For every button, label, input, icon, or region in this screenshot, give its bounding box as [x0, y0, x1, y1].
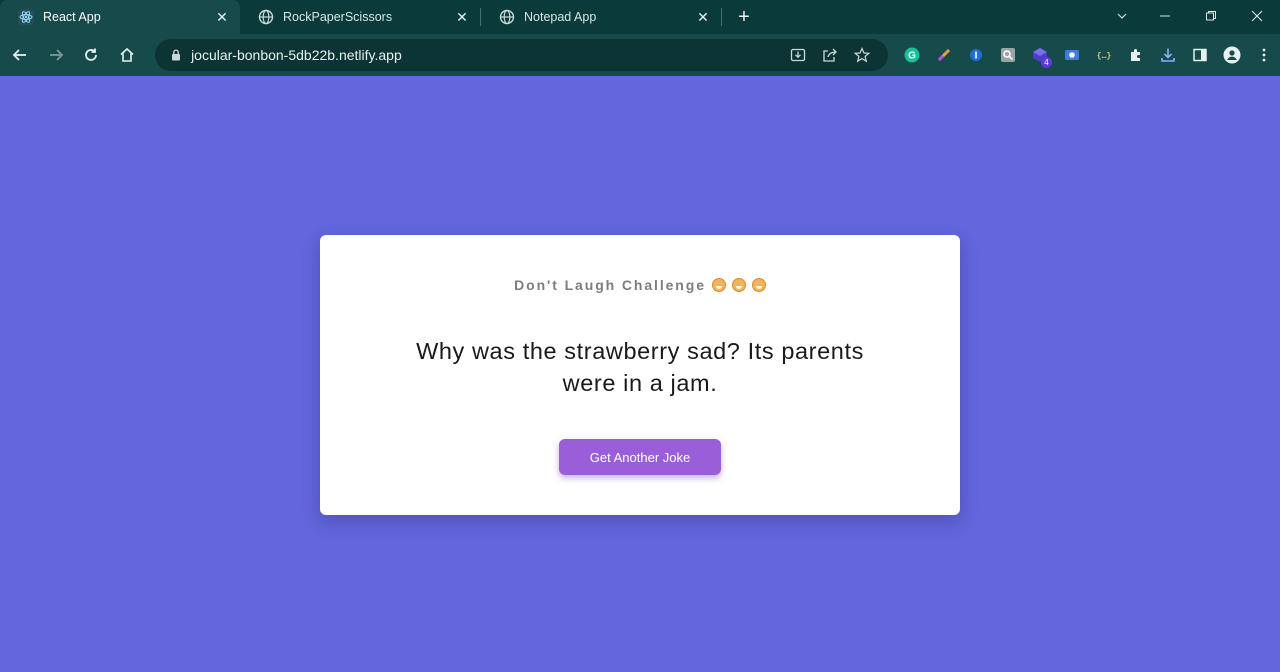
- tab-title: React App: [43, 10, 101, 24]
- extension-badge: 4: [1040, 57, 1052, 68]
- tab-title: RockPaperScissors: [283, 10, 393, 24]
- minimize-icon[interactable]: [1142, 0, 1188, 32]
- screen-capture-extension[interactable]: [1056, 39, 1088, 71]
- star-icon: [853, 47, 870, 63]
- page-viewport: Don't Laugh Challenge Why was the strawb…: [0, 76, 1280, 672]
- color-picker-extension[interactable]: [928, 39, 960, 71]
- close-icon[interactable]: ✕: [695, 9, 711, 25]
- kebab-menu-icon: [1262, 48, 1266, 62]
- grinning-emoji-icon: [731, 278, 746, 292]
- pen-icon: [937, 48, 951, 62]
- profile-button[interactable]: [1216, 39, 1248, 71]
- forward-button[interactable]: [40, 39, 72, 71]
- camera-icon: [1064, 50, 1079, 60]
- url-text[interactable]: jocular-bonbon-5db22b.netlify.app: [191, 47, 782, 63]
- reload-icon: [85, 48, 98, 61]
- side-panel-icon: [1193, 48, 1207, 62]
- card-heading: Don't Laugh Challenge: [320, 277, 960, 293]
- tab-strip: React App ✕ RockPaperScissors ✕ Notepad …: [0, 0, 1280, 34]
- tab-react-app[interactable]: React App ✕: [0, 0, 240, 34]
- restore-icon[interactable]: [1188, 0, 1234, 32]
- window-controls: [1102, 0, 1280, 32]
- browser-menu-button[interactable]: [1248, 39, 1280, 71]
- close-window-icon[interactable]: [1234, 0, 1280, 32]
- svg-text:G: G: [908, 51, 916, 62]
- json-extension[interactable]: {…}: [1088, 39, 1120, 71]
- share-icon: [823, 48, 837, 62]
- braces-icon: {…}: [1097, 52, 1112, 61]
- bookmark-button[interactable]: [846, 41, 878, 69]
- download-icon: [1161, 48, 1175, 62]
- downloads-button[interactable]: [1152, 39, 1184, 71]
- search-lens-extension[interactable]: [992, 39, 1024, 71]
- joke-text: Why was the strawberry sad? Its parents …: [416, 338, 864, 396]
- get-another-joke-button[interactable]: Get Another Joke: [559, 439, 721, 475]
- globe-icon: [499, 9, 515, 25]
- joke-card: Don't Laugh Challenge Why was the strawb…: [320, 235, 960, 515]
- react-atom-icon: [18, 9, 34, 25]
- grammarly-icon: G: [904, 47, 920, 63]
- password-extension[interactable]: [960, 39, 992, 71]
- cube-extension[interactable]: 4: [1024, 39, 1056, 71]
- install-icon: [790, 48, 806, 62]
- grinning-emoji-icon: [711, 278, 726, 292]
- back-arrow-icon: [12, 49, 26, 61]
- puzzle-icon: [1130, 49, 1140, 61]
- new-tab-button[interactable]: +: [730, 3, 758, 31]
- tab-divider: [721, 8, 722, 26]
- reload-button[interactable]: [76, 39, 108, 71]
- card-title-text: Don't Laugh Challenge: [514, 277, 706, 293]
- install-app-button[interactable]: [782, 41, 814, 69]
- close-icon[interactable]: ✕: [214, 9, 230, 25]
- grammarly-extension[interactable]: G: [896, 39, 928, 71]
- tab-title: Notepad App: [524, 10, 597, 24]
- avatar-icon: [1223, 46, 1241, 64]
- lock-icon[interactable]: [169, 48, 183, 62]
- extensions-area: G 4 {…}: [896, 39, 1280, 71]
- home-icon: [120, 47, 134, 62]
- forward-arrow-icon: [49, 49, 63, 61]
- extensions-menu-button[interactable]: [1120, 39, 1152, 71]
- address-bar[interactable]: jocular-bonbon-5db22b.netlify.app: [155, 39, 888, 71]
- browser-toolbar: jocular-bonbon-5db22b.netlify.app G 4 {……: [0, 34, 1280, 76]
- magnifier-icon: [1000, 48, 1015, 62]
- globe-icon: [258, 9, 274, 25]
- share-button[interactable]: [814, 41, 846, 69]
- key-shield-icon: [969, 49, 982, 61]
- side-panel-button[interactable]: [1184, 39, 1216, 71]
- grinning-emoji-icon: [751, 278, 766, 292]
- tab-rockpaperscissors[interactable]: RockPaperScissors ✕: [240, 0, 480, 34]
- home-button[interactable]: [111, 39, 143, 71]
- back-button[interactable]: [4, 39, 36, 71]
- tab-search-icon[interactable]: [1102, 0, 1142, 32]
- tab-notepad-app[interactable]: Notepad App ✕: [481, 0, 721, 34]
- close-icon[interactable]: ✕: [454, 9, 470, 25]
- svg-text:{…}: {…}: [1097, 52, 1112, 61]
